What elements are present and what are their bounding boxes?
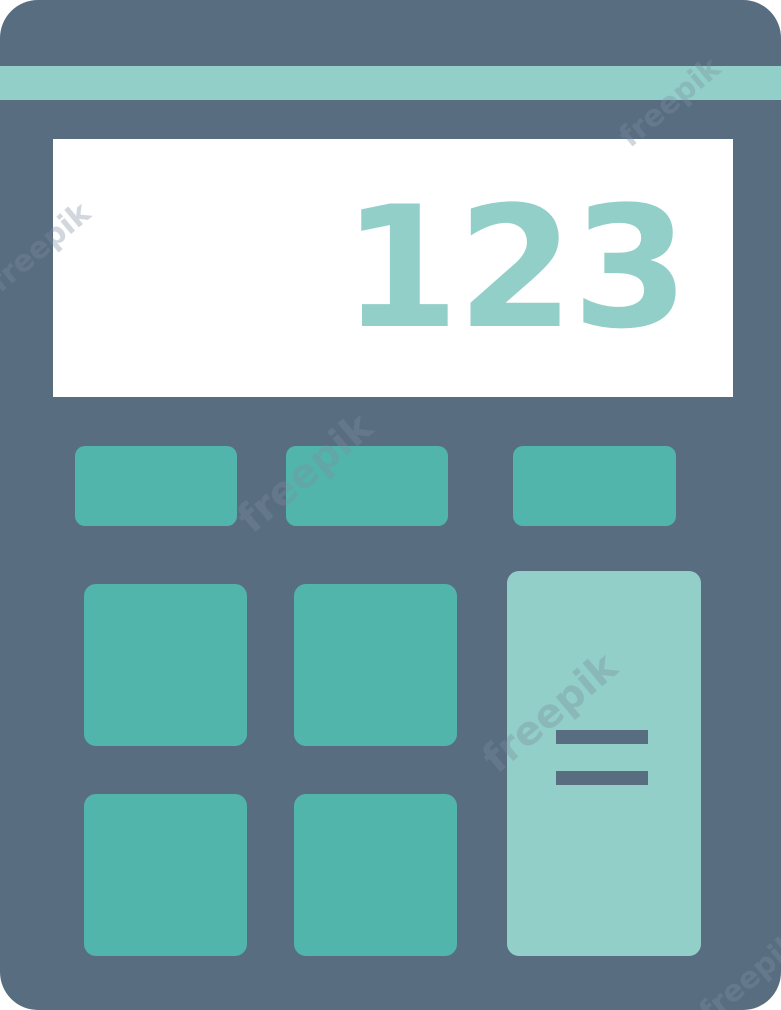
- number-key-1[interactable]: [84, 584, 247, 746]
- top-stripe: [0, 66, 781, 100]
- display-value: 123: [342, 170, 689, 366]
- calculator-display: 123: [53, 139, 733, 397]
- number-key-2[interactable]: [294, 584, 457, 746]
- number-key-3[interactable]: [84, 794, 247, 956]
- calculator-body: 123 freepik freepik freepik freepik free…: [0, 0, 781, 1010]
- function-key-1[interactable]: [75, 446, 237, 526]
- watermark: freepik: [692, 925, 781, 1010]
- function-key-3[interactable]: [513, 446, 676, 526]
- equals-button[interactable]: [507, 571, 701, 956]
- function-key-2[interactable]: [286, 446, 448, 526]
- number-key-4[interactable]: [294, 794, 457, 956]
